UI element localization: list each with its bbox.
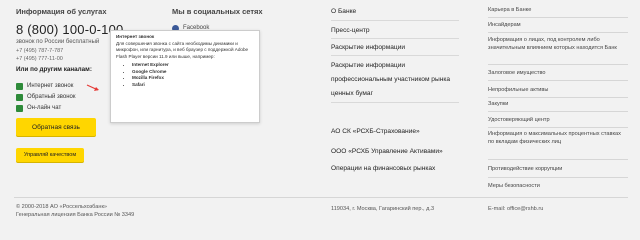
channels-title: Или по другим каналам: [16, 66, 92, 73]
asset-management-link[interactable]: ООО «РСХБ Управление Активами» [331, 148, 443, 155]
footer-divider [14, 197, 628, 198]
quality-button[interactable]: Управляй качеством [16, 148, 84, 162]
noncore-assets-link[interactable]: Непрофильные активы [488, 86, 548, 94]
social-title: Мы в социальных сетях [172, 7, 263, 16]
hotline-note: звонок по России бесплатный [16, 39, 100, 45]
license: Генеральная лицензия Банка России № 3349 [16, 212, 135, 218]
max-rates-link[interactable]: Информация о максимальных процентных ста… [488, 130, 628, 146]
insiders-link[interactable]: Инсайдерам [488, 21, 521, 29]
internet-call-tooltip: Интернет звонок Для совершения звонка с … [110, 30, 260, 123]
career-link[interactable]: Карьера в Банке [488, 6, 531, 14]
chat-icon [16, 105, 23, 112]
channel-chat[interactable]: Он-лайн чат [27, 105, 61, 111]
collateral-link[interactable]: Залоговое имущество [488, 69, 546, 77]
procurement-link[interactable]: Закупки [488, 100, 508, 108]
channel-internet-call[interactable]: Интернет звонок [27, 83, 73, 89]
pointer-arrow-icon [86, 84, 99, 91]
disclosure-pro-link[interactable]: Раскрытие информации профессиональным уч… [331, 59, 461, 101]
press-center-link[interactable]: Пресс-центр [331, 27, 370, 34]
browser-item: Safari [132, 82, 254, 89]
anticorruption-link[interactable]: Противодействие коррупции [488, 165, 562, 173]
services-title: Информация об услугах [16, 7, 107, 16]
phone-icon [16, 83, 23, 90]
phone-3[interactable]: +7 (495) 777-11-00 [16, 56, 63, 62]
financial-markets-link[interactable]: Операции на финансовых рынках [331, 165, 435, 172]
about-bank-link[interactable]: О Банке [331, 8, 356, 15]
address: 119034, г. Москва, Гагаринский пер., д.3 [331, 206, 435, 212]
disclosure-link[interactable]: Раскрытие информации [331, 44, 405, 51]
browser-list: Internet Explorer Google Chrome Mozilla … [116, 62, 254, 88]
channel-callback[interactable]: Обратный звонок [27, 94, 76, 100]
tooltip-text: Для совершения звонка с сайта необходимы… [116, 40, 249, 59]
phone-2[interactable]: +7 (495) 787-7-787 [16, 48, 63, 54]
certification-center-link[interactable]: Удостоверяющий центр [488, 116, 550, 124]
control-persons-link[interactable]: Информация о лицах, под контролем либо з… [488, 36, 628, 52]
copyright: © 2000-2018 АО «Россельхозбанк» [16, 204, 108, 210]
hotline-phone[interactable]: 8 (800) 100-0-100 [16, 22, 123, 37]
security-link[interactable]: Меры безопасности [488, 182, 540, 190]
feedback-button[interactable]: Обратная связь [16, 118, 96, 136]
callback-icon [16, 94, 23, 101]
email-link[interactable]: E-mail: office@rshb.ru [488, 206, 543, 212]
insurance-link[interactable]: АО СК «РСХБ-Страхование» [331, 128, 420, 135]
